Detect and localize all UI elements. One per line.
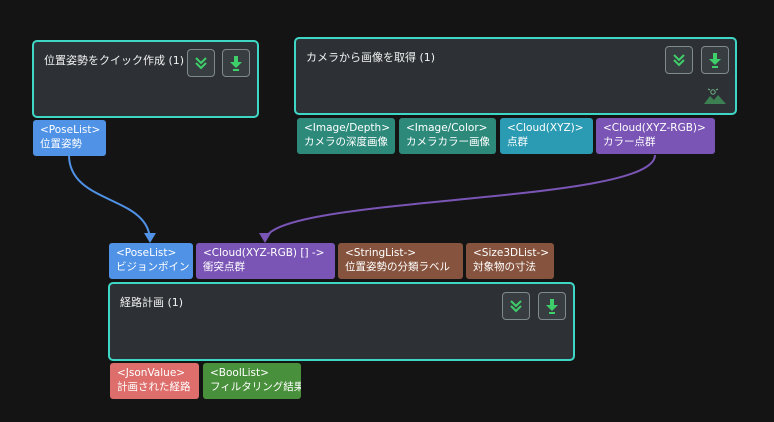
node-title: 位置姿勢をクイック作成 (1): [44, 54, 185, 67]
camera-landscape-icon: [704, 88, 726, 104]
wire-pose-to-vision: [68, 154, 151, 242]
port-type: <Cloud(XYZ)>: [507, 122, 584, 134]
port-type: <Cloud(XYZ-RGB)>: [603, 122, 706, 134]
download-arrow-icon: [230, 56, 242, 71]
port-collision-cloud[interactable]: <Cloud(XYZ-RGB) [] -> 衝突点群: [196, 243, 335, 279]
port-vision-points[interactable]: <PoseList> ビジョンポイント: [109, 243, 193, 279]
port-type: <StringList->: [345, 247, 417, 259]
wire-cloud-arrow: [259, 233, 271, 243]
node-path-planning[interactable]: 経路計画 (1): [108, 282, 575, 361]
workflow-canvas[interactable]: 位置姿勢をクイック作成 (1) <PoseList> 位置姿勢 カメラから画像を…: [0, 0, 774, 422]
collapse-button[interactable]: [665, 46, 693, 74]
wire-cloud-to-collision: [264, 154, 656, 242]
port-depth-image[interactable]: <Image/Depth> カメラの深度画像: [297, 118, 395, 154]
node-title: カメラから画像を取得 (1): [306, 51, 436, 64]
chevron-double-down-icon: [195, 57, 207, 70]
port-name: カラー点群: [603, 136, 656, 148]
port-name: カメラの深度画像: [304, 136, 388, 148]
run-button[interactable]: [701, 46, 729, 74]
port-name: ビジョンポイント: [116, 261, 193, 273]
chevron-double-down-icon: [510, 300, 522, 313]
port-filter-result[interactable]: <BoolList> フィルタリング結果: [203, 363, 301, 399]
port-type: <Image/Depth>: [304, 122, 390, 134]
node-title: 経路計画 (1): [120, 296, 184, 309]
port-type: <BoolList>: [210, 367, 269, 379]
port-planned-path[interactable]: <JsonValue> 計画された経路: [110, 363, 199, 399]
port-name: 対象物の寸法: [473, 261, 536, 273]
port-color-image[interactable]: <Image/Color> カメラカラー画像: [399, 118, 496, 154]
port-name: 位置姿勢の分類ラベル: [345, 261, 450, 273]
download-arrow-icon: [709, 53, 721, 68]
port-name: 点群: [507, 136, 528, 148]
node-camera-capture[interactable]: カメラから画像を取得 (1): [294, 37, 737, 115]
port-type: <Image/Color>: [406, 122, 488, 134]
port-object-size[interactable]: <Size3DList-> 対象物の寸法: [466, 243, 554, 279]
port-name: 計画された経路: [117, 381, 191, 393]
collapse-button[interactable]: [502, 292, 530, 320]
port-type: <Cloud(XYZ-RGB) [] ->: [203, 247, 325, 259]
port-name: 衝突点群: [203, 261, 245, 273]
port-name: カメラカラー画像: [406, 136, 490, 148]
port-type: <PoseList>: [40, 124, 101, 136]
collapse-button[interactable]: [187, 49, 215, 77]
port-name: 位置姿勢: [40, 138, 82, 150]
wire-pose-arrow: [144, 233, 156, 243]
port-type: <JsonValue>: [117, 367, 186, 379]
port-point-cloud[interactable]: <Cloud(XYZ)> 点群: [500, 118, 593, 154]
node-quick-pose[interactable]: 位置姿勢をクイック作成 (1): [32, 40, 259, 118]
port-type: <Size3DList->: [473, 247, 550, 259]
port-name: フィルタリング結果: [210, 381, 301, 393]
chevron-double-down-icon: [673, 54, 685, 67]
port-pose-output[interactable]: <PoseList> 位置姿勢: [33, 120, 106, 156]
run-button[interactable]: [538, 292, 566, 320]
run-button[interactable]: [222, 49, 250, 77]
port-pose-labels[interactable]: <StringList-> 位置姿勢の分類ラベル: [338, 243, 463, 279]
port-color-point-cloud[interactable]: <Cloud(XYZ-RGB)> カラー点群: [596, 118, 715, 154]
download-arrow-icon: [546, 299, 558, 314]
port-type: <PoseList>: [116, 247, 177, 259]
